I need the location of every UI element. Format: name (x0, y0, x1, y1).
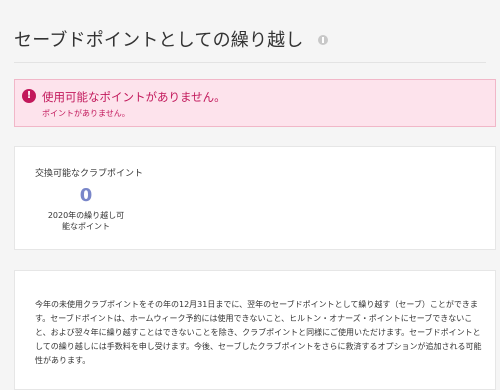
page-title: セーブドポイントとしての繰り越し (14, 26, 328, 52)
description-text: 今年の未使用クラブポイントをその年の12月31日までに、翌年のセーブドポイントと… (35, 300, 482, 365)
info-icon[interactable] (317, 35, 328, 45)
no-points-alert: ! 使用可能なポイントがありません。 ポイントがありません。 (14, 79, 496, 127)
points-value: 0 (79, 185, 93, 206)
page-title-text: セーブドポイントとしての繰り越し (14, 30, 304, 51)
points-sublabel: 2020年の繰り越し可能なポイント (47, 211, 125, 231)
alert-detail: ポイントがありません。 (42, 109, 130, 118)
alert-title: 使用可能なポイントがありません。 (42, 90, 226, 104)
description-panel: 今年の未使用クラブポイントをその年の12月31日までに、翌年のセーブドポイントと… (14, 270, 496, 390)
title-divider (14, 62, 486, 63)
exclamation-icon: ! (22, 89, 36, 103)
points-card: 交換可能なクラブポイント 0 2020年の繰り越し可能なポイント (14, 146, 496, 250)
points-label: 交換可能なクラブポイント (35, 169, 144, 179)
